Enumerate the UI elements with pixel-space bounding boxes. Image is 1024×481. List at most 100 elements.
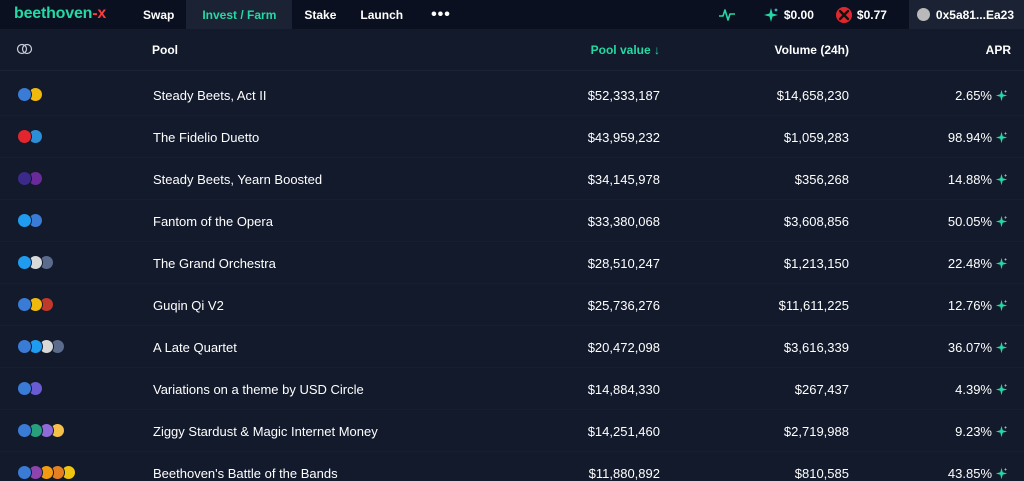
- token-icon: [17, 87, 32, 102]
- avatar: [916, 8, 930, 21]
- pool-apr: 4.39%: [955, 382, 992, 397]
- pool-name: The Fidelio Duetto: [153, 130, 260, 145]
- pool-apr: 36.07%: [947, 340, 992, 355]
- pool-value: $14,251,460: [587, 424, 660, 439]
- token-icons: [17, 129, 43, 144]
- table-row[interactable]: Beethoven's Battle of the Bands $11,880,8…: [0, 452, 1024, 481]
- sparkle-icon: [763, 7, 778, 22]
- token-icon: [17, 423, 32, 438]
- more-menu-button[interactable]: •••: [415, 0, 467, 29]
- token-icon: [17, 171, 32, 186]
- token-icon: [17, 129, 32, 144]
- pool-value: $28,510,247: [587, 256, 660, 271]
- pool-apr: 9.23%: [955, 424, 992, 439]
- apr-sparkle-icon[interactable]: [995, 299, 1008, 312]
- beets-price-button[interactable]: $0.77: [835, 6, 887, 23]
- token-icons: [17, 213, 43, 228]
- apr-sparkle-icon[interactable]: [995, 257, 1008, 270]
- apr-sparkle-icon[interactable]: [995, 425, 1008, 438]
- rewards-button[interactable]: $0.00: [763, 7, 814, 23]
- brand-logo[interactable]: beethoven-x: [14, 5, 106, 23]
- token-icon: [17, 297, 32, 312]
- activity-icon: [718, 8, 735, 21]
- pool-volume: $267,437: [794, 382, 849, 397]
- pools-table: Pool Pool value ↓ Volume (24h) APR Stead…: [0, 29, 1024, 481]
- table-row[interactable]: Guqin Qi V2 $25,736,276 $11,611,225 12.76%: [0, 284, 1024, 326]
- pool-volume: $810,585: [794, 466, 849, 481]
- activity-button[interactable]: [718, 8, 741, 22]
- pool-name: Fantom of the Opera: [153, 214, 273, 229]
- pool-apr: 50.05%: [947, 214, 992, 229]
- token-icons: [17, 465, 76, 480]
- pool-apr: 22.48%: [947, 256, 992, 271]
- top-bar: beethoven-x Swap Invest / Farm Stake Lau…: [0, 0, 1024, 29]
- table-header: Pool Pool value ↓ Volume (24h) APR: [0, 29, 1024, 71]
- header-tools: $0.00 $0.77 0x5a81...Ea23: [718, 0, 1024, 29]
- pool-apr: 2.65%: [955, 88, 992, 103]
- token-icon: [17, 465, 32, 480]
- nav-stake[interactable]: Stake: [292, 0, 348, 29]
- nav-invest-farm[interactable]: Invest / Farm: [186, 0, 293, 29]
- brand-logo-x: -x: [92, 5, 107, 22]
- apr-sparkle-icon[interactable]: [995, 215, 1008, 228]
- token-icons: [17, 381, 43, 396]
- token-icons: [17, 297, 54, 312]
- table-row[interactable]: Fantom of the Opera $33,380,068 $3,608,856…: [0, 200, 1024, 242]
- apr-sparkle-icon[interactable]: [995, 467, 1008, 480]
- apr-sparkle-icon[interactable]: [995, 173, 1008, 186]
- beets-price: $0.77: [856, 7, 887, 22]
- table-row[interactable]: Steady Beets, Yearn Boosted $34,145,978 $3…: [0, 158, 1024, 200]
- apr-sparkle-icon[interactable]: [995, 89, 1008, 102]
- pool-volume: $3,608,856: [783, 214, 849, 229]
- column-header-pool-value[interactable]: Pool value ↓: [591, 43, 660, 57]
- token-icon: [17, 255, 32, 270]
- pool-volume: $1,213,150: [783, 256, 849, 271]
- token-icons: [17, 255, 54, 270]
- pool-value: $34,145,978: [587, 172, 660, 187]
- column-header-pool: Pool: [152, 43, 178, 57]
- column-header-volume[interactable]: Volume (24h): [775, 43, 849, 57]
- pool-volume: $1,059,283: [783, 130, 849, 145]
- pool-value: $14,884,330: [587, 382, 660, 397]
- pool-value: $43,959,232: [587, 130, 660, 145]
- table-row[interactable]: The Grand Orchestra $28,510,247 $1,213,150…: [0, 242, 1024, 284]
- pool-name: Variations on a theme by USD Circle: [153, 382, 364, 397]
- pool-apr: 12.76%: [947, 298, 992, 313]
- pool-value: $33,380,068: [587, 214, 660, 229]
- table-row[interactable]: Ziggy Stardust & Magic Internet Money $14…: [0, 410, 1024, 452]
- pool-value: $11,880,892: [588, 466, 660, 481]
- pool-name: A Late Quartet: [153, 340, 237, 355]
- token-icons: [17, 339, 65, 354]
- pool-name: The Grand Orchestra: [153, 256, 276, 271]
- brand-logo-text: beethoven: [14, 5, 93, 22]
- table-row[interactable]: Variations on a theme by USD Circle $14,8…: [0, 368, 1024, 410]
- main-nav: Swap Invest / Farm Stake Launch •••: [131, 0, 467, 29]
- nav-launch[interactable]: Launch: [348, 0, 415, 29]
- pool-volume: $14,658,230: [776, 88, 849, 103]
- apr-sparkle-icon[interactable]: [995, 341, 1008, 354]
- wallet-button[interactable]: 0x5a81...Ea23: [908, 0, 1024, 29]
- pool-value: $52,333,187: [587, 88, 660, 103]
- token-icon: [17, 339, 32, 354]
- token-icons: [17, 423, 65, 438]
- beets-token-icon: [835, 6, 852, 23]
- token-icon: [17, 381, 32, 396]
- pool-name: Beethoven's Battle of the Bands: [153, 466, 338, 481]
- pool-volume: $356,268: [794, 172, 849, 187]
- pool-value: $25,736,276: [587, 298, 660, 313]
- table-row[interactable]: Steady Beets, Act II $52,333,187 $14,658,2…: [0, 74, 1024, 116]
- apr-sparkle-icon[interactable]: [995, 131, 1008, 144]
- pool-name: Steady Beets, Act II: [153, 88, 267, 103]
- wallet-address: 0x5a81...Ea23: [935, 7, 1014, 22]
- token-icon: [17, 213, 32, 228]
- pool-apr: 14.88%: [947, 172, 992, 187]
- table-row[interactable]: A Late Quartet $20,472,098 $3,616,339 36.07…: [0, 326, 1024, 368]
- nav-swap[interactable]: Swap: [131, 0, 186, 29]
- apr-sparkle-icon[interactable]: [995, 383, 1008, 396]
- token-icons: [17, 87, 43, 102]
- rewards-value: $0.00: [783, 7, 814, 22]
- table-row[interactable]: The Fidelio Duetto $43,959,232 $1,059,283 9…: [0, 116, 1024, 158]
- pool-value: $20,472,098: [587, 340, 660, 355]
- pools-icon: [16, 43, 33, 55]
- column-header-apr[interactable]: APR: [986, 43, 1011, 57]
